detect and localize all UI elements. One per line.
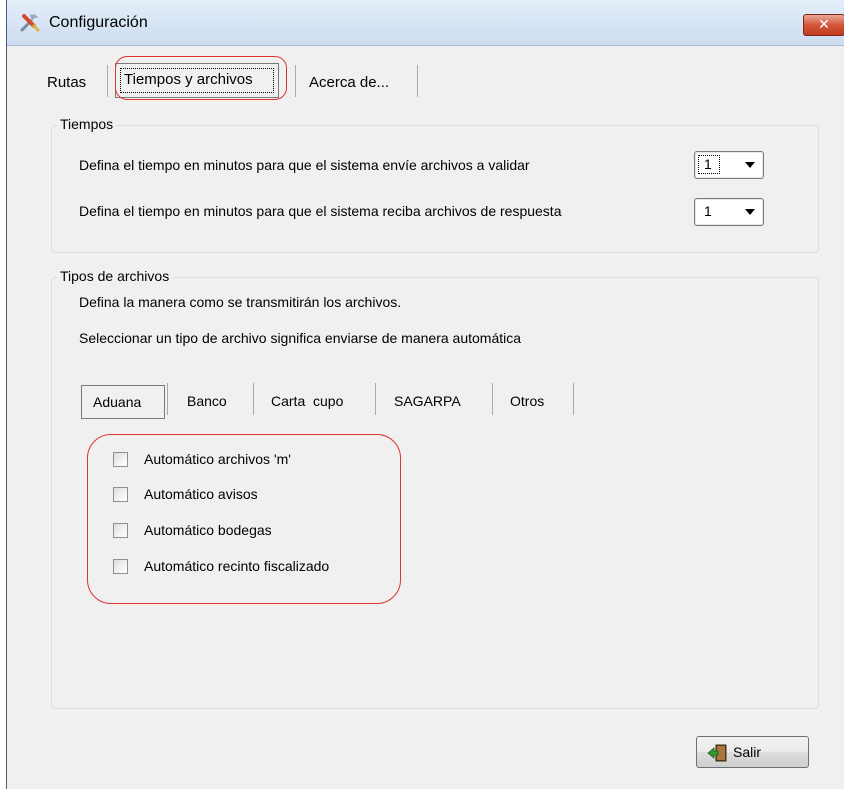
checkbox-avisos[interactable] [113, 487, 128, 502]
exit-button-label: Salir [733, 744, 762, 760]
exit-button[interactable]: Salir [696, 736, 809, 768]
tab-separator [107, 65, 108, 97]
client-area: Rutas Tiempos y archivos Acerca de... Ti… [7, 46, 844, 789]
subtab-separator [167, 383, 168, 415]
select-value: 1 [698, 202, 720, 221]
exit-door-icon [707, 744, 727, 762]
checkbox-bodegas[interactable] [113, 523, 128, 538]
tiempos-group [51, 125, 819, 253]
tab-separator [295, 65, 296, 97]
tab-separator [417, 65, 418, 97]
window-title: Configuración [49, 14, 148, 31]
subtab-otros[interactable]: Otros [510, 393, 544, 409]
checkbox-label: Automático recinto fiscalizado [144, 558, 330, 574]
receive-interval-label: Defina el tiempo en minutos para que el … [79, 203, 562, 219]
tipos-description-2: Seleccionar un tipo de archivo significa… [79, 330, 522, 346]
tab-rutas[interactable]: Rutas [47, 74, 86, 91]
send-interval-select[interactable]: 1 [694, 151, 764, 179]
checkbox-recinto-fiscalizado[interactable] [113, 559, 128, 574]
subtab-label: Aduana [93, 394, 142, 410]
tiempos-group-title: Tiempos [57, 116, 117, 132]
subtab-separator [573, 383, 574, 415]
highlight-annotation [115, 56, 287, 100]
checkbox-label: Automático bodegas [144, 522, 272, 538]
subtab-carta-cupo[interactable]: Carta cupo [271, 393, 343, 409]
wrench-screwdriver-icon [20, 14, 40, 32]
subtab-separator [375, 383, 376, 415]
title-bar[interactable]: Configuración ✕ [7, 0, 844, 46]
select-value: 1 [698, 155, 720, 174]
send-interval-label: Defina el tiempo en minutos para que el … [79, 157, 530, 173]
subtab-sagarpa[interactable]: SAGARPA [394, 393, 461, 409]
chevron-down-icon [745, 162, 755, 168]
receive-interval-select[interactable]: 1 [694, 198, 764, 226]
subtab-separator [492, 383, 493, 415]
checkbox-label: Automático avisos [144, 486, 258, 502]
tipos-archivos-group-title: Tipos de archivos [57, 268, 173, 284]
subtab-aduana[interactable]: Aduana [81, 385, 165, 419]
subtab-banco[interactable]: Banco [187, 393, 227, 409]
subtab-separator [253, 383, 254, 415]
tab-acerca-de[interactable]: Acerca de... [309, 74, 389, 91]
configuration-window: Configuración ✕ Rutas Tiempos y archivos… [6, 0, 844, 789]
checkbox-label: Automático archivos 'm' [144, 451, 291, 467]
close-icon: ✕ [818, 16, 830, 32]
close-button[interactable]: ✕ [803, 14, 844, 36]
chevron-down-icon [745, 209, 755, 215]
checkbox-archivos-m[interactable] [113, 452, 128, 467]
tipos-description-1: Defina la manera como se transmitirán lo… [79, 294, 402, 310]
